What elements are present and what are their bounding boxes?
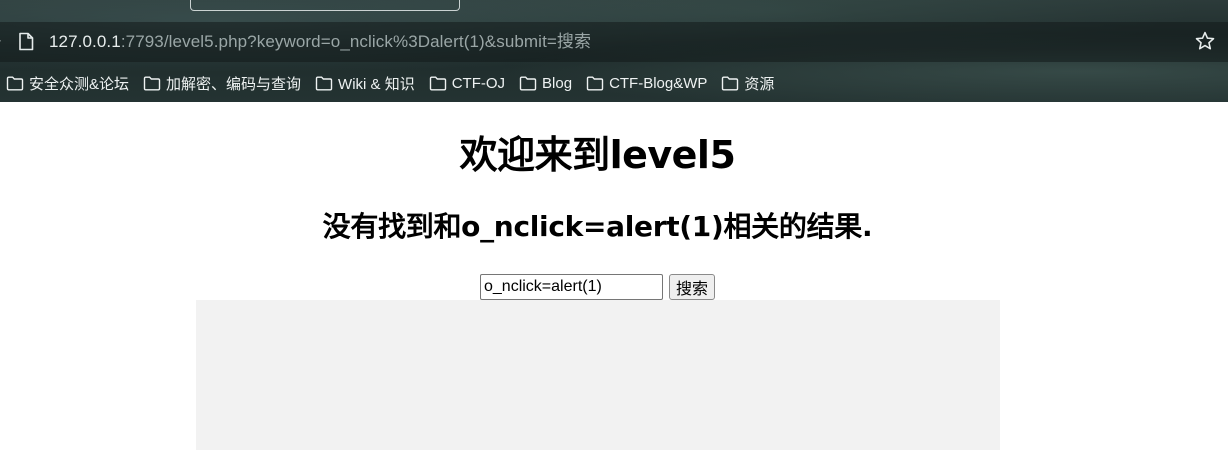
page-icon <box>19 32 34 51</box>
bookmark-label: 资源 <box>744 75 775 93</box>
bookmark-label: Blog <box>542 74 573 92</box>
bookmark-label: Wiki & 知识 <box>338 75 415 93</box>
folder-icon <box>722 76 739 90</box>
folder-icon <box>6 76 24 90</box>
bookmark-folder-ctf-oj[interactable]: CTF-OJ <box>429 70 505 96</box>
folder-icon <box>315 76 333 90</box>
keyword-input[interactable] <box>480 273 663 300</box>
browser-chrome: › 127.0.0.1:7793/level5.php?keyword=o_nc… <box>0 0 1228 102</box>
search-button[interactable]: 搜索 <box>669 273 716 300</box>
url-path: :7793/level5.php?keyword=o_nclick%3Daler… <box>120 32 592 51</box>
page-content: 欢迎来到level5 没有找到和o_nclick=alert(1)相关的结果. … <box>0 102 1228 450</box>
bookmark-folder-blog[interactable]: Blog <box>519 70 572 96</box>
bookmarks-bar: 安全众测&论坛 加解密、编码与查询 Wiki & 知识 CTF-OJ Blog … <box>0 70 780 96</box>
folder-icon <box>143 76 161 90</box>
folder-icon <box>429 76 446 90</box>
bookmark-folder-resources[interactable]: 资源 <box>721 70 774 96</box>
level-image-area <box>196 300 1000 450</box>
url-host: 127.0.0.1 <box>49 32 121 51</box>
folder-icon <box>586 76 604 90</box>
bookmark-label: CTF-Blog&WP <box>609 74 708 92</box>
bookmark-folder-crypto[interactable]: 加解密、编码与查询 <box>143 70 301 96</box>
result-message: 没有找到和o_nclick=alert(1)相关的结果. <box>322 210 873 243</box>
bookmark-folder-ctf-blog-wp[interactable]: CTF-Blog&WP <box>586 70 707 96</box>
bookmark-label: CTF-OJ <box>451 74 506 92</box>
star-icon[interactable] <box>1194 30 1216 52</box>
bookmark-folder-wiki[interactable]: Wiki & 知识 <box>315 70 415 96</box>
search-form: 搜索 <box>480 273 716 300</box>
url-text[interactable]: 127.0.0.1:7793/level5.php?keyword=o_ncli… <box>49 31 591 52</box>
bookmark-folder-security[interactable]: 安全众测&论坛 <box>6 70 129 96</box>
folder-icon <box>519 76 537 90</box>
bookmark-label: 加解密、编码与查询 <box>166 75 302 93</box>
bookmark-label: 安全众测&论坛 <box>29 75 130 93</box>
page-title: 欢迎来到level5 <box>459 133 736 177</box>
back-button-edge[interactable]: › <box>0 33 2 49</box>
active-tab-outline[interactable] <box>190 0 460 11</box>
